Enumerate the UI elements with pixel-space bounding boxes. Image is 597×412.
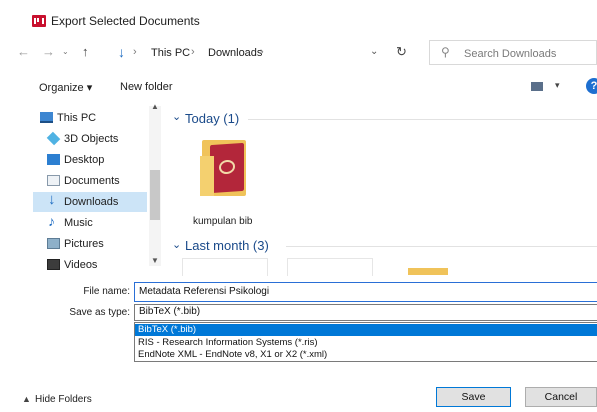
dropdown-option-ris[interactable]: RIS - Research Information Systems (*.ri…: [135, 337, 597, 349]
videos-icon: [47, 259, 60, 270]
breadcrumb-this-pc[interactable]: This PC: [151, 47, 190, 59]
back-arrow-icon[interactable]: ←: [17, 44, 30, 59]
save-as-type-label: Save as type:: [69, 307, 130, 318]
group-divider: [286, 246, 597, 247]
group-divider: [248, 119, 597, 120]
group-collapse-chevron-icon[interactable]: ⌄: [172, 110, 181, 123]
search-icon: ⚲: [441, 45, 450, 59]
sidebar-item-desktop[interactable]: Desktop: [47, 150, 157, 170]
dropdown-option-endnote-xml[interactable]: EndNote XML - EndNote v8, X1 or X2 (*.xm…: [135, 349, 597, 361]
dropdown-option-bibtex[interactable]: BibTeX (*.bib): [135, 324, 597, 336]
downloads-icon: [47, 191, 60, 208]
save-button[interactable]: Save: [436, 387, 511, 407]
sidebar-item-label: Music: [64, 217, 93, 229]
hide-folders-button[interactable]: Hide Folders: [35, 394, 92, 405]
sidebar-item-pictures[interactable]: Pictures: [47, 234, 157, 254]
scroll-up-arrow-icon[interactable]: ▲: [151, 102, 159, 111]
folder-icon[interactable]: [408, 268, 448, 275]
pc-icon: [40, 112, 53, 123]
breadcrumb-separator-icon[interactable]: ›: [260, 46, 264, 58]
music-icon: [47, 213, 60, 229]
file-item-partial[interactable]: [182, 258, 268, 276]
sidebar-item-downloads[interactable]: Downloads: [33, 191, 147, 212]
sidebar-item-label: This PC: [57, 112, 97, 124]
sidebar-item-this-pc[interactable]: This PC: [40, 108, 150, 128]
new-folder-button[interactable]: New folder: [120, 81, 173, 93]
file-name-value[interactable]: Metadata Referensi Psikologi: [139, 286, 269, 297]
downloads-location-icon: ↓: [118, 44, 125, 60]
sidebar-item-label: Videos: [64, 259, 98, 271]
group-header-today[interactable]: Today (1): [185, 111, 239, 126]
forward-arrow-icon[interactable]: →: [42, 44, 55, 59]
3d-objects-icon: [46, 131, 61, 146]
sidebar-item-documents[interactable]: Documents: [47, 171, 157, 191]
sidebar-item-music[interactable]: Music: [47, 213, 157, 233]
sidebar-item-label: 3D Objects: [64, 133, 119, 145]
recent-locations-chevron-icon[interactable]: ⌄: [62, 47, 69, 56]
file-item-name[interactable]: kumpulan bib: [193, 216, 252, 227]
save-as-type-value[interactable]: BibTeX (*.bib): [139, 306, 200, 317]
sidebar-item-label: Desktop: [64, 154, 105, 166]
group-collapse-chevron-icon[interactable]: ⌄: [172, 238, 181, 251]
sidebar-item-videos[interactable]: Videos: [47, 255, 157, 275]
save-as-type-select[interactable]: [134, 304, 597, 321]
desktop-icon: [47, 154, 60, 165]
breadcrumb-separator-icon: ›: [191, 46, 195, 58]
sidebar-item-label: Pictures: [64, 238, 104, 250]
group-header-last-month[interactable]: Last month (3): [185, 238, 269, 253]
sidebar-item-label: Documents: [64, 175, 120, 187]
sidebar-item-3d-objects[interactable]: 3D Objects: [46, 129, 157, 149]
organize-button[interactable]: Organize ▾: [39, 81, 92, 94]
sidebar-item-label: Downloads: [64, 196, 119, 208]
documents-icon: [47, 175, 60, 186]
address-dropdown-chevron-icon[interactable]: ⌄: [370, 46, 378, 57]
app-logo-icon: [32, 15, 46, 27]
file-name-label: File name:: [83, 286, 130, 297]
view-options-chevron-icon[interactable]: ▾: [555, 80, 560, 91]
pictures-icon: [47, 238, 60, 249]
up-arrow-icon[interactable]: ↑: [82, 44, 89, 59]
chevron-up-icon[interactable]: ▲: [22, 394, 31, 404]
bib-folder-icon[interactable]: [200, 134, 248, 198]
breadcrumb-downloads[interactable]: Downloads: [208, 47, 262, 59]
refresh-icon[interactable]: ↻: [396, 44, 407, 60]
change-view-icon[interactable]: [531, 82, 543, 91]
breadcrumb-separator-icon: ›: [133, 46, 137, 58]
nav-scroll-thumb[interactable]: [150, 170, 160, 220]
file-item-partial[interactable]: [287, 258, 373, 276]
search-input[interactable]: Search Downloads: [464, 48, 556, 60]
cancel-button[interactable]: Cancel: [525, 387, 597, 407]
help-icon[interactable]: ?: [586, 78, 597, 94]
scroll-down-arrow-icon[interactable]: ▼: [151, 256, 159, 265]
window-title: Export Selected Documents: [51, 14, 200, 28]
